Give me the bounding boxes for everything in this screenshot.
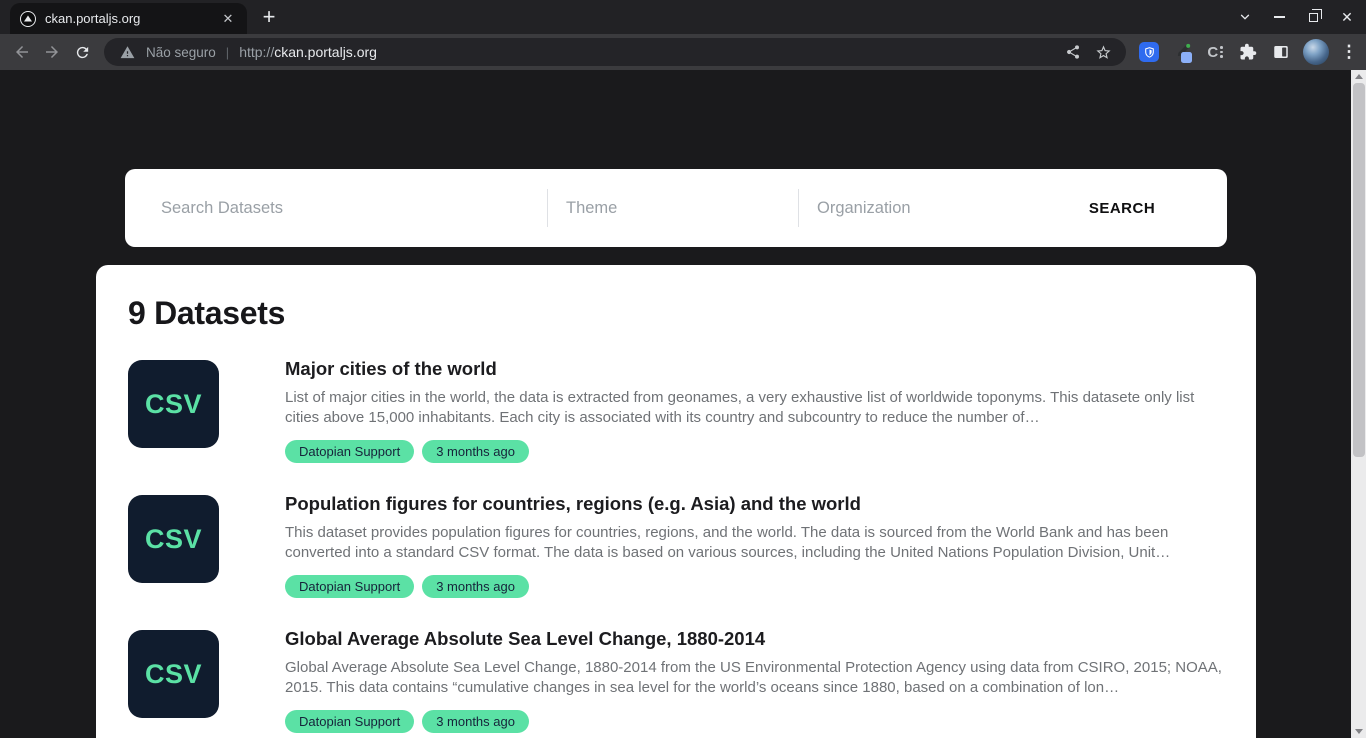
updated-badge: 3 months ago — [422, 710, 529, 733]
share-icon[interactable] — [1062, 41, 1084, 63]
dataset-content: Major cities of the world List of major … — [285, 357, 1224, 463]
minimize-icon — [1274, 16, 1285, 18]
updated-badge: 3 months ago — [422, 575, 529, 598]
url-scheme: http:// — [239, 44, 274, 60]
tab-strip: ckan.portaljs.org ✕ + ✕ — [0, 0, 1366, 34]
triangle-up-icon — [1355, 74, 1363, 79]
csv-format-icon: CSV — [128, 630, 219, 718]
org-badge: Datopian Support — [285, 575, 414, 598]
not-secure-warning-icon — [116, 41, 138, 63]
page-scrollbar[interactable] — [1351, 70, 1366, 738]
new-tab-button[interactable]: + — [255, 4, 283, 31]
org-badge: Datopian Support — [285, 440, 414, 463]
restore-icon — [1309, 13, 1318, 22]
tab-close-icon[interactable]: ✕ — [219, 10, 237, 28]
side-panel-icon[interactable] — [1270, 41, 1292, 63]
scroll-down-arrow[interactable] — [1351, 725, 1366, 738]
close-window-button[interactable]: ✕ — [1334, 4, 1360, 30]
forward-button[interactable] — [37, 37, 67, 67]
colorpick-c-glyph: C — [1207, 44, 1218, 61]
page-viewport: SEARCH 9 Datasets CSV Major cities of th… — [0, 70, 1366, 738]
window-menu-chevron-icon[interactable] — [1232, 4, 1258, 30]
tab-title: ckan.portaljs.org — [45, 11, 210, 26]
extensions-puzzle-icon[interactable] — [1237, 41, 1259, 63]
profile-avatar[interactable] — [1303, 39, 1329, 65]
organization-input[interactable] — [799, 169, 1017, 247]
bitwarden-extension-icon[interactable] — [1138, 41, 1160, 63]
badge-row: Datopian Support 3 months ago — [285, 440, 1224, 463]
browser-menu-kebab-icon[interactable]: ⋮ — [1340, 42, 1358, 62]
dataset-description: List of major cities in the world, the d… — [285, 388, 1224, 428]
colorpick-dots — [1220, 46, 1223, 58]
dataset-content: Global Average Absolute Sea Level Change… — [285, 627, 1224, 733]
dataset-title-link[interactable]: Major cities of the world — [285, 357, 497, 381]
colorzilla-eyedropper-icon[interactable] — [1171, 41, 1193, 63]
dataset-search-bar: SEARCH — [125, 169, 1227, 247]
scroll-up-arrow[interactable] — [1351, 70, 1366, 83]
scrollbar-thumb[interactable] — [1353, 83, 1365, 457]
browser-toolbar: Não seguro | http:// ckan.portaljs.org C — [0, 34, 1366, 70]
datasets-panel: 9 Datasets CSV Major cities of the world… — [96, 265, 1256, 738]
csv-format-icon: CSV — [128, 495, 219, 583]
site-favicon-icon — [20, 11, 36, 27]
search-button[interactable]: SEARCH — [1017, 169, 1227, 247]
reload-button[interactable] — [67, 37, 97, 67]
dataset-description: This dataset provides population figures… — [285, 523, 1224, 563]
browser-tab[interactable]: ckan.portaljs.org ✕ — [10, 3, 247, 34]
badge-row: Datopian Support 3 months ago — [285, 575, 1224, 598]
minimize-button[interactable] — [1266, 4, 1292, 30]
bitwarden-shield-icon — [1139, 42, 1159, 62]
close-icon: ✕ — [1341, 9, 1353, 26]
theme-input[interactable] — [548, 169, 798, 247]
colorpick-extension-icon[interactable]: C — [1204, 41, 1226, 63]
org-badge: Datopian Support — [285, 710, 414, 733]
bookmark-star-icon[interactable] — [1092, 41, 1114, 63]
url-host: ckan.portaljs.org — [274, 44, 377, 60]
window-controls: ✕ — [1224, 0, 1360, 34]
dataset-row: CSV Global Average Absolute Sea Level Ch… — [128, 630, 1224, 733]
dataset-title-link[interactable]: Population figures for countries, region… — [285, 492, 861, 516]
dataset-content: Population figures for countries, region… — [285, 492, 1224, 598]
url-separator: | — [224, 45, 231, 60]
organization-field[interactable] — [799, 169, 1017, 247]
colorzilla-swatch — [1181, 52, 1192, 63]
datasets-count-heading: 9 Datasets — [128, 295, 1224, 332]
dataset-description: Global Average Absolute Sea Level Change… — [285, 658, 1224, 698]
csv-format-icon: CSV — [128, 360, 219, 448]
address-bar[interactable]: Não seguro | http:// ckan.portaljs.org — [104, 38, 1126, 66]
theme-field[interactable] — [548, 169, 798, 247]
search-datasets-field[interactable] — [125, 169, 547, 247]
restore-button[interactable] — [1300, 4, 1326, 30]
dataset-title-link[interactable]: Global Average Absolute Sea Level Change… — [285, 627, 765, 651]
extensions-row: C ⋮ — [1138, 39, 1358, 65]
security-label[interactable]: Não seguro — [146, 45, 216, 60]
dataset-row: CSV Population figures for countries, re… — [128, 495, 1224, 598]
dataset-row: CSV Major cities of the world List of ma… — [128, 360, 1224, 463]
back-button[interactable] — [7, 37, 37, 67]
updated-badge: 3 months ago — [422, 440, 529, 463]
search-datasets-input[interactable] — [125, 169, 547, 247]
badge-row: Datopian Support 3 months ago — [285, 710, 1224, 733]
triangle-down-icon — [1355, 729, 1363, 734]
